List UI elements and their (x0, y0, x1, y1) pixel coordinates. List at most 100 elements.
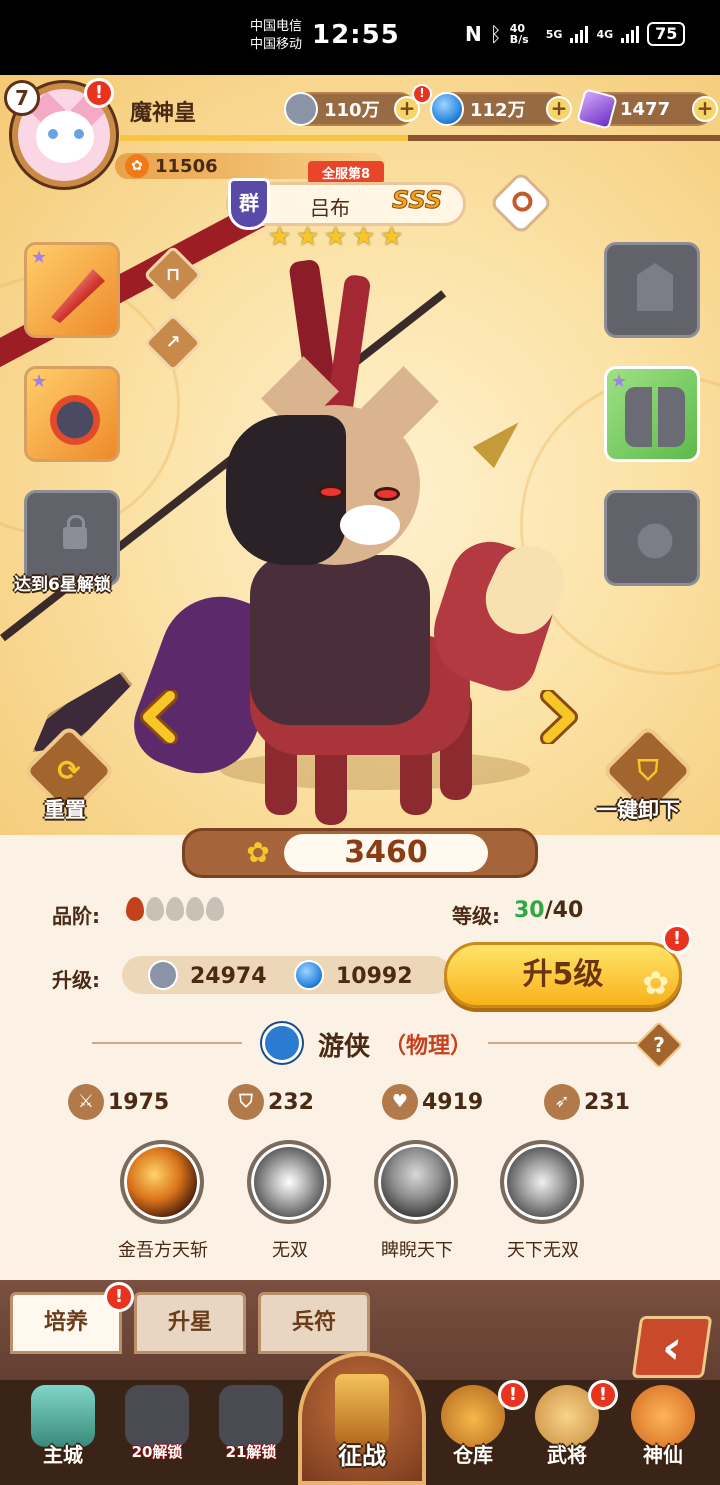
accessory-icon (625, 511, 685, 571)
helmet-icon (45, 387, 105, 447)
skill-slot[interactable]: 无双 (247, 1140, 333, 1262)
avatar-face (36, 111, 94, 163)
coin-icon (284, 92, 318, 126)
stat-speed: ➶ 231 (544, 1084, 630, 1120)
hero-eye (374, 487, 400, 501)
paw-icon: ✿ (642, 964, 669, 1002)
coin-value: 110万 (324, 100, 380, 121)
skill-slot[interactable]: 睥睨天下 (374, 1140, 460, 1262)
add-orb-button[interactable]: + (546, 96, 572, 122)
nav-immortals[interactable]: 神仙 (618, 1385, 708, 1480)
level-label: 等级: (452, 904, 500, 928)
divider (92, 1042, 242, 1044)
skill-icon (247, 1140, 331, 1224)
lock-icon (125, 1385, 189, 1447)
level-current: 30 (514, 898, 545, 923)
class-damage-type: （物理） (384, 1034, 473, 1059)
tab-tally[interactable]: 兵符 (258, 1292, 370, 1354)
hero-power: 3460 (284, 834, 488, 872)
paw-icon: ✿ (246, 836, 270, 869)
reset-label: 重置 (44, 798, 86, 822)
equip-slot-accessory[interactable] (604, 490, 700, 586)
nav-battle[interactable]: 征战 (298, 1352, 426, 1485)
armor-icon (637, 263, 673, 311)
star-icon: ★ (380, 222, 404, 252)
class-name: 游侠 (318, 1032, 371, 1062)
bag-icon (441, 1385, 505, 1447)
experience-fill (120, 135, 408, 141)
chevron-left-icon: ‹ (658, 1320, 686, 1374)
battery-icon: 75 (647, 22, 686, 46)
sword-icon: ⚔ (68, 1084, 104, 1120)
nav-lock-label: 21解锁 (225, 1443, 277, 1461)
nav-main-city[interactable]: 主城 (18, 1385, 108, 1480)
star-icon: ★ (31, 371, 48, 392)
skill-slot[interactable]: 金吾方天斩 (118, 1140, 208, 1262)
stat-attack: ⚔ 1975 (68, 1084, 169, 1120)
nav-locked-1[interactable]: 20解锁 (112, 1385, 202, 1480)
alert-icon: ! (104, 1282, 134, 1312)
nav-label: 仓库 (453, 1443, 493, 1467)
nav-lock-label: 20解锁 (131, 1443, 183, 1461)
nav-label: 神仙 (643, 1443, 683, 1467)
equip-slot-helmet[interactable]: ★ (24, 366, 120, 462)
nav-label: 征战 (338, 1442, 386, 1470)
equip-slot-boots[interactable]: ★ (604, 366, 700, 462)
currency-orb[interactable]: 112万 + (430, 92, 572, 126)
skill-name: 天下无双 (507, 1240, 579, 1261)
quality-drop-icon (126, 897, 144, 921)
quality-label: 品阶: (52, 904, 100, 928)
carrier-2: 中国移动 (250, 37, 303, 52)
avatar-eye (48, 129, 58, 139)
nav-locked-2[interactable]: 21解锁 (206, 1385, 296, 1480)
next-hero-button[interactable] (530, 688, 584, 746)
server-rank-tag: 全服第8 (308, 161, 385, 184)
tab-star-up[interactable]: 升星 (134, 1292, 246, 1354)
skill-slot[interactable]: 天下无双 (500, 1140, 586, 1262)
lock-icon (63, 515, 87, 549)
shield-icon: ⛉ (228, 1084, 264, 1120)
star-icon: ★ (324, 222, 348, 252)
stat-speed-value: 231 (584, 1089, 630, 1115)
skill-name: 无双 (272, 1240, 308, 1261)
upgrade-button[interactable]: 升5级 ✿ (444, 942, 682, 1008)
back-button[interactable]: ‹ (631, 1316, 713, 1378)
cat-face-icon (631, 1385, 695, 1447)
upgrade-label: 升级: (52, 968, 100, 992)
nav-label: 武将 (547, 1443, 587, 1467)
currency-coin[interactable]: 110万 + (284, 92, 420, 126)
nav-label: 主城 (43, 1443, 83, 1467)
signal-icon (570, 25, 589, 43)
currency-crystal[interactable]: 1477 + (576, 88, 718, 130)
player-level-badge: 7 (4, 80, 40, 116)
net-speed: 40 B/s (509, 22, 529, 46)
level-value: 30/40 (514, 898, 583, 923)
prev-hero-button[interactable] (134, 688, 188, 746)
upgrade-button-label: 升5级 (522, 957, 604, 992)
quality-drop-icon (146, 897, 164, 921)
quality-drop-icon (206, 897, 224, 921)
experience-bar (120, 135, 720, 141)
skill-icon (120, 1140, 204, 1224)
unequip-all-label: 一键卸下 (596, 798, 680, 822)
carrier-1: 中国电信 (250, 19, 303, 34)
magnifier-icon (512, 191, 533, 212)
equip-slot-weapon[interactable]: ★ (24, 242, 120, 338)
halberd-icon (51, 269, 105, 323)
alert-icon: ! (662, 924, 692, 954)
avatar-eye (74, 129, 84, 139)
network-4g-label: 4G (596, 27, 614, 41)
bluetooth-icon: ᛒ (489, 22, 502, 46)
stat-defense: ⛉ 232 (228, 1084, 314, 1120)
quality-indicator (126, 897, 224, 921)
status-icons: N ᛒ 40 B/s 5G 4G 75 (465, 22, 686, 46)
paw-points-value: 11506 (155, 155, 218, 177)
equip-slot-armor[interactable] (604, 242, 700, 338)
question-icon: ? (653, 1033, 665, 1057)
star-icon: ★ (352, 222, 376, 252)
add-crystal-button[interactable]: + (692, 96, 718, 122)
stat-hp: ♥ 4919 (382, 1084, 483, 1120)
signal-icon-2 (621, 25, 640, 43)
cost-orb: 10992 (336, 964, 413, 989)
unlock-hint: 达到6星解锁 (14, 575, 111, 595)
